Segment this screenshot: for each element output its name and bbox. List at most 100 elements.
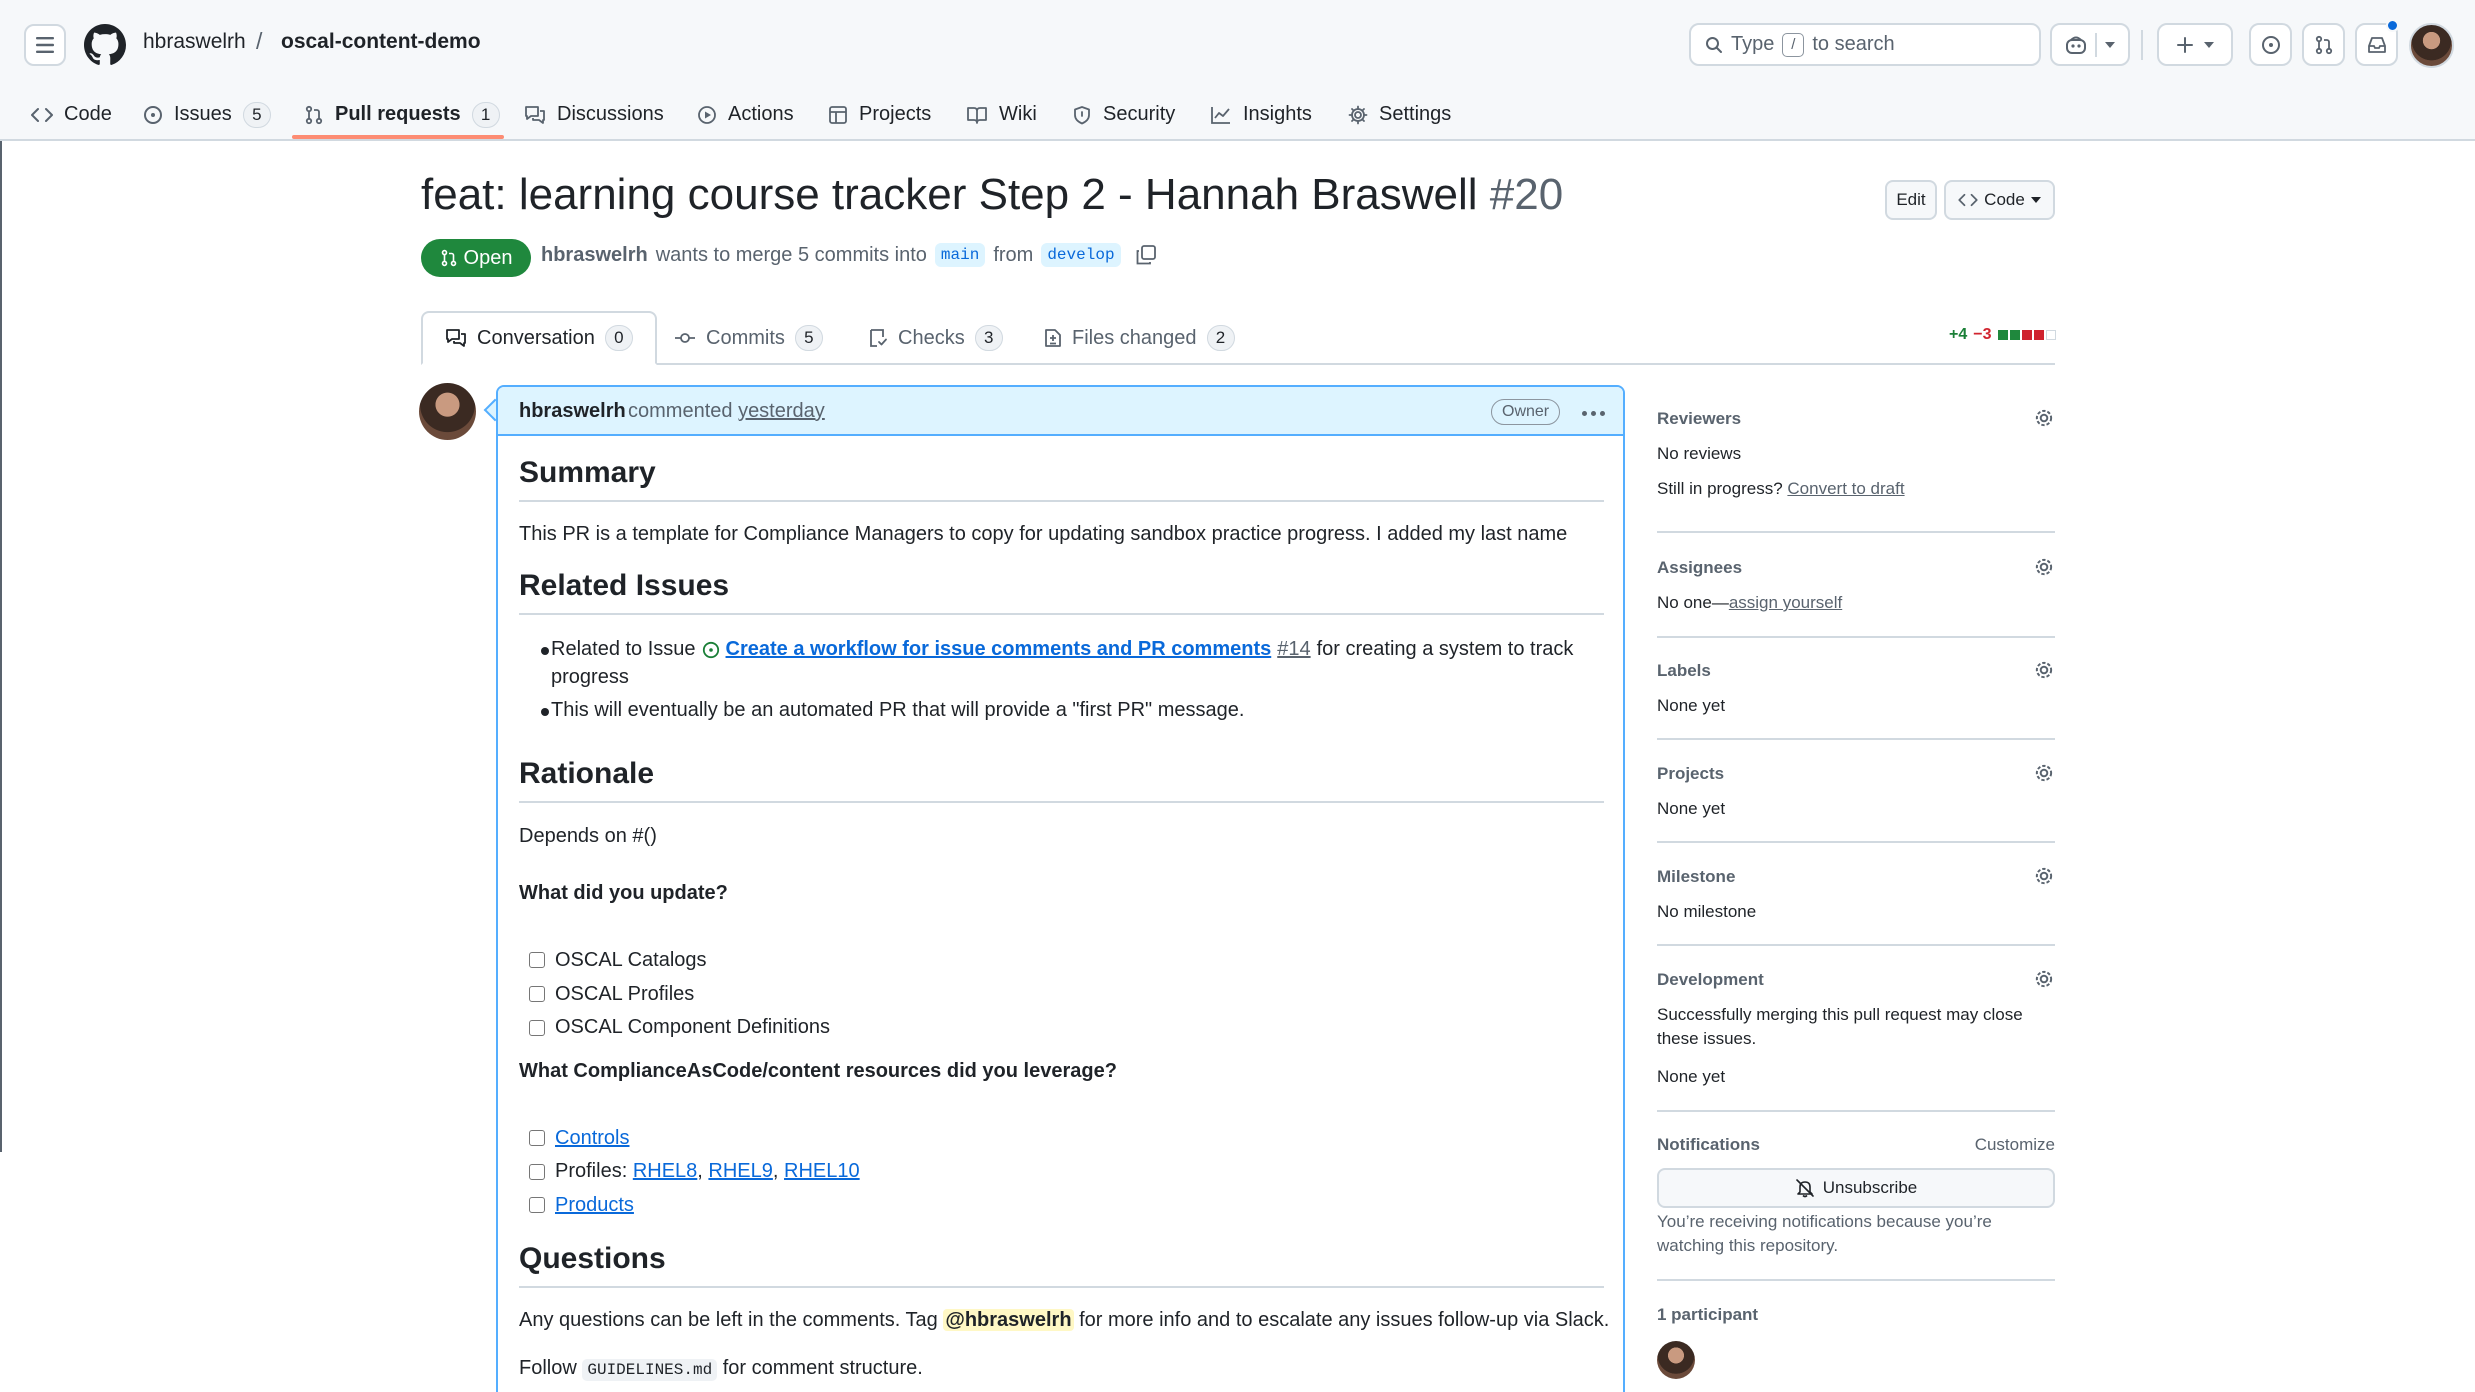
global-search-input[interactable]: Type / to search bbox=[1689, 23, 2041, 66]
customize-link[interactable]: Customize bbox=[1975, 1135, 2055, 1155]
unsubscribe-button[interactable]: Unsubscribe bbox=[1657, 1168, 2055, 1208]
copy-icon[interactable] bbox=[1135, 244, 1157, 266]
git-pull-request-icon bbox=[441, 249, 456, 267]
sidebar-divider bbox=[1657, 1279, 2055, 1281]
development-heading[interactable]: Development bbox=[1657, 970, 1764, 990]
projects-heading[interactable]: Projects bbox=[1657, 764, 1724, 784]
checks-count: 3 bbox=[974, 325, 1003, 351]
assign-yourself-link[interactable]: assign yourself bbox=[1729, 593, 1842, 612]
checkbox-oscal-profiles[interactable] bbox=[529, 986, 545, 1002]
comment-timestamp-link[interactable]: yesterday bbox=[738, 400, 825, 422]
follow-text: Follow GUIDELINES.md for comment structu… bbox=[519, 1357, 923, 1381]
tab-projects-label: Projects bbox=[859, 103, 932, 125]
base-branch[interactable]: main bbox=[934, 243, 986, 267]
pull-requests-button[interactable] bbox=[2302, 23, 2345, 66]
assignees-gear-icon[interactable] bbox=[2033, 556, 2055, 578]
tab-issues[interactable]: Issues 5 bbox=[143, 88, 271, 141]
projects-gear-icon[interactable] bbox=[2033, 762, 2055, 784]
diff-additions: +4 bbox=[1949, 326, 1968, 343]
reviewers-gear-icon[interactable] bbox=[2033, 407, 2055, 429]
edit-button-label: Edit bbox=[1896, 190, 1926, 209]
tab-actions[interactable]: Actions bbox=[697, 88, 794, 141]
tab-conversation[interactable]: Conversation 0 bbox=[421, 311, 657, 365]
selected-tab-indicator bbox=[292, 135, 504, 139]
tab-actions-label: Actions bbox=[728, 103, 794, 125]
checkbox-oscal-catalogs[interactable] bbox=[529, 952, 545, 968]
sidebar-divider bbox=[1657, 841, 2055, 843]
follow-prefix: Follow bbox=[519, 1357, 577, 1379]
comment-options-button[interactable] bbox=[1576, 400, 1610, 426]
milestone-heading[interactable]: Milestone bbox=[1657, 867, 1735, 887]
tab-checks[interactable]: Checks 3 bbox=[846, 311, 1025, 365]
resources-question: What ComplianceAsCode/content resources … bbox=[519, 1060, 1117, 1082]
checkbox-profiles[interactable] bbox=[529, 1164, 545, 1180]
pr-merge-summary: hbraswelrh wants to merge 5 commits into… bbox=[541, 243, 1157, 267]
code-dropdown-button[interactable]: Code bbox=[1944, 180, 2055, 220]
profile-link-rhel8[interactable]: RHEL8 bbox=[633, 1160, 697, 1182]
pr-state-badge: Open bbox=[421, 239, 531, 277]
reviewers-heading[interactable]: Reviewers bbox=[1657, 409, 1741, 429]
code-icon bbox=[31, 107, 53, 122]
comment-author-link[interactable]: hbraswelrh bbox=[519, 400, 626, 423]
milestone-value: No milestone bbox=[1657, 902, 1757, 921]
hamburger-menu-button[interactable] bbox=[24, 24, 66, 66]
diff-block-neutral bbox=[2045, 330, 2056, 340]
tab-projects[interactable]: Projects bbox=[828, 88, 931, 141]
tab-pull-requests[interactable]: Pull requests 1 bbox=[304, 88, 500, 141]
related-issue-link[interactable]: Create a workflow for issue comments and… bbox=[726, 638, 1272, 661]
pr-author-link[interactable]: hbraswelrh bbox=[541, 244, 648, 267]
comment-meta: commented yesterday bbox=[628, 400, 825, 423]
participant-avatar[interactable] bbox=[1657, 1341, 1695, 1379]
assignees-heading[interactable]: Assignees bbox=[1657, 558, 1742, 578]
files-changed-count: 2 bbox=[1206, 325, 1235, 351]
profiles-line: Profiles: RHEL8, RHEL9, RHEL10 bbox=[555, 1160, 860, 1182]
comment-author-avatar[interactable] bbox=[419, 383, 476, 440]
git-pull-request-icon bbox=[305, 105, 323, 124]
github-logo-icon[interactable] bbox=[84, 24, 126, 66]
breadcrumb-owner-link[interactable]: hbraswelrh bbox=[143, 30, 246, 54]
global-header: hbraswelrh / oscal-content-demo Type / t… bbox=[0, 0, 2475, 141]
tab-discussions[interactable]: Discussions bbox=[524, 88, 664, 141]
development-gear-icon[interactable] bbox=[2033, 968, 2055, 990]
edit-title-button[interactable]: Edit bbox=[1885, 180, 1937, 220]
products-link[interactable]: Products bbox=[555, 1194, 634, 1217]
convert-to-draft-link[interactable]: Convert to draft bbox=[1787, 479, 1904, 498]
tab-security[interactable]: Security bbox=[1072, 88, 1175, 141]
checkbox-products[interactable] bbox=[529, 1197, 545, 1213]
controls-link[interactable]: Controls bbox=[555, 1127, 629, 1150]
search-placeholder-prefix: Type bbox=[1731, 33, 1775, 55]
issue-opened-icon bbox=[702, 641, 719, 658]
guidelines-code: GUIDELINES.md bbox=[582, 1359, 718, 1381]
create-new-button[interactable] bbox=[2157, 23, 2233, 66]
tab-insights[interactable]: Insights bbox=[1210, 88, 1312, 141]
copilot-button[interactable] bbox=[2050, 23, 2130, 66]
triangle-down-icon bbox=[2030, 197, 2041, 203]
related-issue-number[interactable]: #14 bbox=[1277, 638, 1310, 661]
triangle-down-icon bbox=[2105, 41, 2115, 48]
related-issue-prefix: Related to Issue bbox=[551, 638, 696, 660]
profile-link-rhel9[interactable]: RHEL9 bbox=[708, 1160, 772, 1182]
tab-files-changed[interactable]: Files changed 2 bbox=[1022, 311, 1257, 365]
issues-button[interactable] bbox=[2249, 23, 2292, 66]
user-avatar[interactable] bbox=[2409, 23, 2454, 68]
breadcrumb-repo-link[interactable]: oscal-content-demo bbox=[281, 30, 481, 54]
milestone-gear-icon[interactable] bbox=[2033, 865, 2055, 887]
checkbox-controls[interactable] bbox=[529, 1130, 545, 1146]
labels-heading[interactable]: Labels bbox=[1657, 661, 1711, 681]
three-bars-icon bbox=[36, 37, 54, 53]
table-icon bbox=[829, 105, 847, 124]
list-bullet bbox=[541, 647, 549, 655]
tab-code[interactable]: Code bbox=[31, 88, 112, 141]
tab-checks-label: Checks bbox=[898, 326, 965, 349]
tab-commits[interactable]: Commits 5 bbox=[652, 311, 845, 365]
tab-wiki[interactable]: Wiki bbox=[966, 88, 1037, 141]
checkbox-oscal-component-definitions[interactable] bbox=[529, 1020, 545, 1036]
depends-text: Depends on #() bbox=[519, 825, 657, 847]
head-branch[interactable]: develop bbox=[1041, 243, 1121, 267]
labels-gear-icon[interactable] bbox=[2033, 659, 2055, 681]
user-mention-link[interactable]: @hbraswelrh bbox=[943, 1309, 1074, 1331]
tab-settings[interactable]: Settings bbox=[1348, 88, 1451, 141]
profile-link-rhel10[interactable]: RHEL10 bbox=[784, 1160, 860, 1182]
code-button-label: Code bbox=[1984, 190, 2025, 209]
search-placeholder-suffix: to search bbox=[1812, 33, 1895, 55]
